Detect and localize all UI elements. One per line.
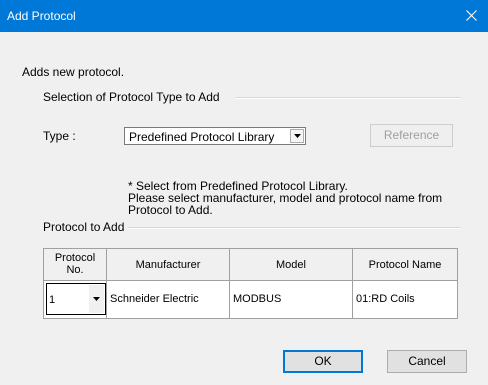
ok-button[interactable]: OK — [283, 350, 363, 373]
selection-group-label: Selection of Protocol Type to Add — [43, 90, 220, 104]
protocol-group-label: Protocol to Add — [43, 220, 125, 234]
type-select[interactable]: Predefined Protocol Library — [124, 127, 306, 145]
protocol-no-arrow[interactable] — [89, 285, 104, 313]
intro-text: Adds new protocol. — [22, 65, 125, 79]
close-button[interactable] — [456, 0, 488, 32]
chevron-down-icon — [294, 134, 301, 138]
header-protocol-no: Protocol No. — [44, 249, 107, 281]
protocol-table: Protocol No. Manufacturer Model Protocol… — [43, 248, 458, 319]
cancel-button[interactable]: Cancel — [387, 350, 467, 373]
type-label: Type : — [43, 129, 76, 143]
selection-note: * Select from Predefined Protocol Librar… — [128, 180, 442, 216]
window-title: Add Protocol — [7, 9, 76, 23]
protocol-group-divider — [128, 227, 461, 229]
protocol-no-combo[interactable]: 1 — [46, 283, 106, 315]
selection-group-divider — [236, 97, 461, 99]
type-select-arrow[interactable] — [290, 129, 304, 143]
title-bar: Add Protocol — [0, 0, 488, 32]
row-protocol-name[interactable]: 01:RD Coils — [353, 281, 457, 318]
header-model: Model — [230, 249, 353, 281]
row-model[interactable]: MODBUS — [230, 281, 353, 318]
header-protocol-name: Protocol Name — [368, 259, 442, 271]
header-protocol-no-line2: No. — [66, 264, 84, 276]
reference-button[interactable]: Reference — [370, 124, 453, 147]
row-manufacturer[interactable]: Schneider Electric — [107, 281, 230, 318]
header-protocol-no-line1: Protocol — [54, 252, 96, 264]
type-select-value: Predefined Protocol Library — [129, 130, 275, 144]
chevron-down-icon — [93, 297, 100, 301]
note-line-3: Protocol to Add. — [128, 203, 213, 217]
protocol-no-value: 1 — [49, 294, 56, 306]
close-icon — [466, 10, 477, 21]
header-manufacturer: Manufacturer — [107, 249, 230, 281]
table-header: Protocol No. Manufacturer Model Protocol… — [44, 249, 457, 281]
